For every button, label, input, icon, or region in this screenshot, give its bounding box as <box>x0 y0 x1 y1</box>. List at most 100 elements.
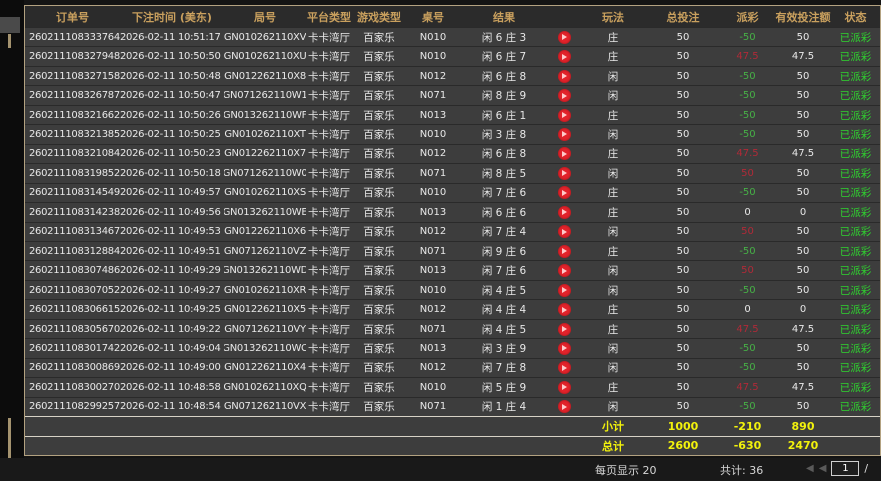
prev-page-icon[interactable]: ◀ <box>819 464 827 474</box>
header-game-type: 游戏类型 <box>352 6 406 27</box>
cell-platform-type: 卡卡湾厅 <box>306 359 352 377</box>
first-page-icon[interactable]: ◀ <box>806 464 814 474</box>
cell-order-number: 260211108314549 <box>25 184 120 202</box>
header-status: 状态 <box>831 6 880 27</box>
header-play-type: 玩法 <box>580 6 646 27</box>
cell-platform-type: 卡卡湾厅 <box>306 86 352 104</box>
cell-platform-type: 卡卡湾厅 <box>306 261 352 279</box>
grand-total-status-empty <box>831 437 880 455</box>
replay-play-button[interactable] <box>558 128 571 141</box>
cell-play-type: 庄 <box>580 28 646 46</box>
replay-play-button[interactable] <box>558 361 571 374</box>
cell-bet-time: 2026-02-11 10:49:29 <box>120 261 224 279</box>
cell-game-number: GN012262110X4 <box>224 359 306 377</box>
cell-result: 闲 7 庄 6 <box>460 184 548 202</box>
cell-valid-bet: 47.5 <box>775 47 831 65</box>
cell-bet-time: 2026-02-11 10:50:18 <box>120 164 224 182</box>
cell-game-number: GN012262110X6 <box>224 223 306 241</box>
cell-play-type: 庄 <box>580 47 646 65</box>
window-edge-patch <box>0 17 20 33</box>
play-icon <box>562 326 567 332</box>
cell-bet-time: 2026-02-11 10:49:27 <box>120 281 224 299</box>
cell-order-number: 260211108327948 <box>25 47 120 65</box>
replay-play-button[interactable] <box>558 323 571 336</box>
play-icon <box>562 112 567 118</box>
cell-game-number: GN010262110XV <box>224 28 306 46</box>
cell-result: 闲 7 庄 4 <box>460 223 548 241</box>
cell-platform-type: 卡卡湾厅 <box>306 106 352 124</box>
header-result: 结果 <box>460 6 548 27</box>
cell-result: 闲 4 庄 4 <box>460 300 548 318</box>
header-order-number: 订单号 <box>25 6 120 27</box>
cell-valid-bet: 47.5 <box>775 145 831 163</box>
cell-order-number: 260211108301742 <box>25 339 120 357</box>
cell-payout: -50 <box>720 67 775 85</box>
replay-play-button[interactable] <box>558 167 571 180</box>
replay-play-button[interactable] <box>558 225 571 238</box>
cell-table-number: N010 <box>406 28 460 46</box>
per-page-value[interactable]: 20 <box>643 464 657 477</box>
cell-total-bet: 50 <box>646 184 720 202</box>
replay-play-button[interactable] <box>558 50 571 63</box>
cell-game-type: 百家乐 <box>352 261 406 279</box>
replay-play-button[interactable] <box>558 206 571 219</box>
replay-play-button[interactable] <box>558 31 571 44</box>
cell-table-number: N071 <box>406 242 460 260</box>
cell-result: 闲 3 庄 8 <box>460 125 548 143</box>
cell-result: 闲 4 庄 5 <box>460 320 548 338</box>
cell-game-type: 百家乐 <box>352 223 406 241</box>
cell-status-badge: 已派彩 <box>831 28 880 46</box>
cell-game-type: 百家乐 <box>352 67 406 85</box>
header-table-number: 桌号 <box>406 6 460 27</box>
cell-order-number: 260211108300270 <box>25 378 120 396</box>
cell-valid-bet: 50 <box>775 106 831 124</box>
replay-play-button[interactable] <box>558 264 571 277</box>
cell-payout: 47.5 <box>720 378 775 396</box>
cell-payout: -50 <box>720 28 775 46</box>
cell-play-type: 庄 <box>580 300 646 318</box>
cell-game-number: GN071262110VY <box>224 320 306 338</box>
replay-play-button[interactable] <box>558 400 571 413</box>
cell-valid-bet: 0 <box>775 300 831 318</box>
replay-play-button[interactable] <box>558 245 571 258</box>
cell-payout: 0 <box>720 300 775 318</box>
cell-valid-bet: 50 <box>775 261 831 279</box>
play-icon <box>562 345 567 351</box>
subtotal-row: 小计 1000 -210 890 <box>25 416 880 435</box>
replay-play-button[interactable] <box>558 89 571 102</box>
cell-game-type: 百家乐 <box>352 339 406 357</box>
page-input[interactable] <box>831 461 859 476</box>
replay-play-button[interactable] <box>558 109 571 122</box>
replay-play-button[interactable] <box>558 381 571 394</box>
cell-result: 闲 6 庄 3 <box>460 28 548 46</box>
cell-replay <box>548 47 580 65</box>
cell-payout: 47.5 <box>720 320 775 338</box>
replay-play-button[interactable] <box>558 342 571 355</box>
cell-order-number: 260211108312884 <box>25 242 120 260</box>
cell-play-type: 庄 <box>580 145 646 163</box>
cell-valid-bet: 50 <box>775 164 831 182</box>
cell-table-number: N012 <box>406 359 460 377</box>
cell-game-number: GN010262110XQ <box>224 378 306 396</box>
header-payout: 派彩 <box>720 6 775 27</box>
cell-order-number: 260211108321662 <box>25 106 120 124</box>
cell-payout: 0 <box>720 203 775 221</box>
cell-bet-time: 2026-02-11 10:50:23 <box>120 145 224 163</box>
replay-play-button[interactable] <box>558 147 571 160</box>
cell-status-badge: 已派彩 <box>831 359 880 377</box>
cell-bet-time: 2026-02-11 10:49:25 <box>120 300 224 318</box>
play-icon <box>562 131 567 137</box>
cell-play-type: 闲 <box>580 359 646 377</box>
replay-play-button[interactable] <box>558 284 571 297</box>
replay-play-button[interactable] <box>558 303 571 316</box>
cell-game-number: GN071262110VX <box>224 398 306 416</box>
cell-table-number: N010 <box>406 184 460 202</box>
cell-bet-time: 2026-02-11 10:50:47 <box>120 86 224 104</box>
cell-result: 闲 9 庄 6 <box>460 242 548 260</box>
replay-play-button[interactable] <box>558 186 571 199</box>
background-window-edge <box>0 0 24 481</box>
cell-play-type: 闲 <box>580 67 646 85</box>
cell-game-number: GN013262110WE <box>224 203 306 221</box>
cell-platform-type: 卡卡湾厅 <box>306 300 352 318</box>
replay-play-button[interactable] <box>558 70 571 83</box>
